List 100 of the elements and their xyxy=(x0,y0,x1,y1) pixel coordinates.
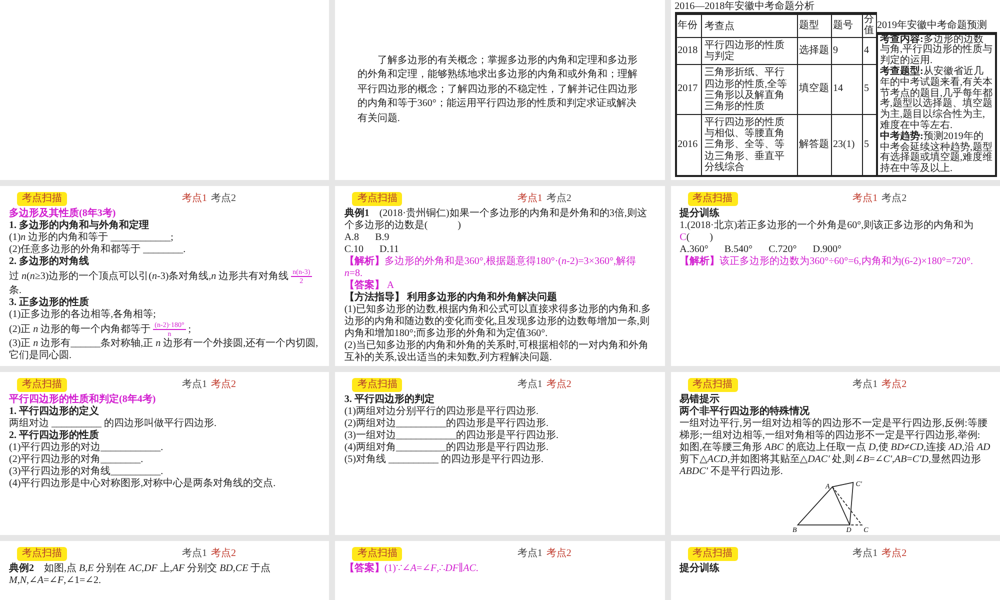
nav-link[interactable]: 考点2 xyxy=(211,193,236,205)
table-cell: 填空题 xyxy=(798,64,832,115)
slide-thumbnail[interactable] xyxy=(0,0,330,180)
body-text: (4)平行四边形是中心对称图形,对称中心是两条对角线的交点. xyxy=(9,478,277,490)
section-title: 多边形及其性质(8年3考) xyxy=(9,208,117,220)
body-text: (2)任意多边形的外角和都等于 ________. xyxy=(9,244,187,256)
section-heading: 两个非平行四边形的特殊情况 xyxy=(680,406,811,418)
table-cell: 解答题 xyxy=(798,114,832,176)
answer-option: A.360° xyxy=(680,244,708,256)
nav-link[interactable]: 考点1 xyxy=(852,548,878,560)
table-cell: 14 xyxy=(832,64,862,115)
body-text: 过 n(n≥3)边形的一个顶点可以引(n-3)条对角线,n 边形共有对角线 xyxy=(9,270,289,282)
table-cell: 选择题 xyxy=(798,37,832,65)
answer-option: C.720° xyxy=(768,244,797,256)
body-text: 典例1 (2018·贵州铜仁)如果一个多边形的内角和是外角和的3倍,则这个多边形的边数是( ) xyxy=(344,208,648,232)
nav-link[interactable]: 考点2 xyxy=(546,193,572,205)
prediction-text: 中考趋势:预测2019年的中考会延续这种趋势,题型有选择题或填空题,难度维持在中等及以上. xyxy=(880,132,993,175)
answer-option: B.540° xyxy=(724,244,753,256)
section-heading: 3. 平行四边形的判定 xyxy=(344,394,436,406)
nav-link[interactable]: 考点1 xyxy=(182,379,207,391)
body-text: ( ) xyxy=(686,232,713,243)
nav-link[interactable]: 考点2 xyxy=(546,379,572,391)
body-text: 条. xyxy=(9,285,22,296)
nav-link[interactable]: 考点2 xyxy=(546,548,572,560)
table-cell: 9 xyxy=(832,37,862,65)
slide-thumbnail[interactable]: 了解多边形的有关概念；掌握多边形的内角和定理和多边形的外角和定理，能够熟练地求出多边形的内角和或外角和；理解平行四边形的概念；了解四边形的不稳定性，了解并记住四边形的内角和等于360°；能运用平行四边形的性质和判定求证或解决有关问题. xyxy=(335,0,665,180)
section-heading: 3. 正多边形的性质 xyxy=(9,297,90,308)
nav-link[interactable]: 考点2 xyxy=(211,379,236,391)
slide-thumbnail[interactable]: 考点扫描 考点1 考点2 提分训练 xyxy=(670,541,1000,600)
triangle-drawing xyxy=(797,482,864,526)
slide-thumbnail[interactable] xyxy=(335,186,665,366)
answer-option: C.10 xyxy=(344,244,364,256)
column-header: 年份 xyxy=(676,14,702,38)
section-badge: 考点扫描 xyxy=(352,192,402,206)
body-text: 典例2 如图,点 B,E 分别在 AC,DF 上,AF 分别交 BD,CE 于点 M,N,∠A=∠F,∠1=∠2. xyxy=(9,563,272,587)
nav-link[interactable]: 考点1 xyxy=(182,548,207,560)
table-cell: 4 xyxy=(862,37,876,65)
nav-link[interactable]: 考点1 xyxy=(182,193,207,205)
slide-thumbnail[interactable]: 考点扫描 考点1 考点2 典例2 如图,点 B,E 分别在 AC,DF 上,AF 分别交 BD,CE 于点 M,N,∠A=∠F,∠1=∠2. xyxy=(0,541,330,600)
section-badge: 考点扫描 xyxy=(352,378,402,392)
section-badge: 考点扫描 xyxy=(688,378,738,392)
body-text: (1)n 边形的内角和等于 ____________; xyxy=(9,232,174,244)
body-text: (1)两组对边分别平行的四边形是平行四边形. xyxy=(344,406,540,418)
body-text: (2)两组对边__________的四边形是平行四边形. xyxy=(344,418,550,430)
nav-link[interactable]: 考点2 xyxy=(211,548,236,560)
nav-link[interactable]: 考点1 xyxy=(517,548,542,560)
section-heading: 1. 平行四边形的定义 xyxy=(9,406,100,418)
slide-thumbnail[interactable]: 考点扫描 考点1 考点2 3. 平行四边形的判定 (1)两组对边分别平行的四边形是平行四边形. (2)两组对边__________的四边形是平行四边形. (3)一组对边____________的四边形是平行四边形. (4)两组对角__________的四边形是平行四边形. (5)对角线 __________ 的四边形是平行四边形. xyxy=(335,372,665,535)
section-title: 平行四边形的性质和判定(8年4考) xyxy=(9,394,157,405)
body-text: (2)当已知多边形的内角和外角的关系时,可根据相邻的一对内角和外角互补的关系,设出适当的未知数,列方程解决问题. xyxy=(344,340,650,364)
section-badge: 考点扫描 xyxy=(17,192,67,206)
answer-option: A.8 xyxy=(344,232,360,244)
nav-link[interactable]: 考点1 xyxy=(517,193,542,205)
section-badge: 考点扫描 xyxy=(688,547,738,561)
answer-option: D.11 xyxy=(380,244,399,256)
body-text: ; xyxy=(188,324,192,335)
nav-link[interactable]: 考点1 xyxy=(517,379,542,391)
column-header: 题号 xyxy=(832,14,862,38)
slide-thumbnail[interactable] xyxy=(670,372,1000,535)
body-text: (5)对角线 __________ 的四边形是平行四边形. xyxy=(344,454,544,466)
body-text: (1)平行四边形的对边____________. xyxy=(9,442,164,454)
nav-link[interactable]: 考点2 xyxy=(882,193,907,205)
table-cell: 23(1) xyxy=(832,114,862,176)
body-text: (1)已知多边形的边数,根据内角和公式可以直接求得多边形的内角和.多边形的内角和随边数的变化而变化,且发现多边形的边数每增加一条,则内角和增加180°;而多边形的外角和为定值360°. xyxy=(344,304,652,340)
table-caption: 2016—2018年安徽中考命题分析 xyxy=(674,2,877,14)
body-text: (2)正 n 边形的每一个内角都等于 xyxy=(9,324,151,335)
table-cell: 5 xyxy=(862,64,876,115)
answer-option: D.900° xyxy=(812,244,842,256)
nav-link[interactable]: 考点2 xyxy=(882,548,907,560)
body-text: (2)平行四边形的对角________. xyxy=(9,454,144,466)
section-heading: 【方法指导】 利用多边形的内角和外角解决问题 xyxy=(344,292,558,304)
slide-thumbnail[interactable]: 考点扫描 考点1 考点2 提分训练 1.(2018·北京)若正多边形的一个外角是60°,则该正多边形的内角和为 C( ) A.360° B.540° C.720° D.900° 【解析】该正多边形的边数为360°÷60°=6,内角和为(6-2)×180°=720°. xyxy=(670,186,1000,366)
body-text: 如图,在等腰三角形 ABC 的底边上任取一点 D,使 BD≠CD,连接 AD,沿 AD 剪下△ACD,并如图将其贴至△DAC' 处,则∠B=∠C',AB=C'D,显然四边形 ABDC' 不是平行四边形. xyxy=(680,442,991,478)
answer-text: 【解析】多边形的外角和是360°,根据题意得180°·(n-2)=3×360°,解得 n=8. xyxy=(344,256,637,279)
slide-thumbnail[interactable]: 考点扫描 考点1 考点2 【答案】(1)∵∠A=∠F,∴DF∥AC. xyxy=(335,541,665,600)
body-text: 两组对边 __________ 的四边形叫做平行四边形. xyxy=(9,418,218,430)
nav-link[interactable]: 考点1 xyxy=(852,193,878,205)
table-cell: 2017 xyxy=(676,64,702,115)
table-cell: 2018 xyxy=(676,37,702,65)
section-heading: 提分训练 xyxy=(680,208,721,220)
slide-thumbnail[interactable]: 考点扫描 考点1 考点2 平行四边形的性质和判定(8年4考) 1. 平行四边形的定义 两组对边 __________ 的四边形叫做平行四边形. 2. 平行四边形的性质 (1)平行四边形的对边____________. (2)平行四边形的对角________. (3)平行四边形的对角线__________. (4)平行四边形是中心对称图形,对称中心是两条对角线的交点. xyxy=(0,372,330,535)
nav-link[interactable]: 考点2 xyxy=(882,379,907,391)
section-heading: 1. 多边形的内角和与外角和定理 xyxy=(9,220,150,232)
body-text: (3)平行四边形的对角线__________. xyxy=(9,466,164,478)
section-heading: 易错提示 xyxy=(680,394,721,406)
answer-text: 【答案】(1)∵∠A=∠F,∴DF∥AC. xyxy=(344,563,480,575)
section-badge: 考点扫描 xyxy=(688,192,738,206)
section-badge: 考点扫描 xyxy=(352,547,402,561)
section-heading: 2. 平行四边形的性质 xyxy=(9,430,100,442)
section-heading: 2. 多边形的对角线 xyxy=(9,256,90,268)
prediction-text: 考查题型:从安徽省近几年的中考试题来看,有关本节考点的题目,几乎每年都考,题型以选择题、填空题为主,题目以综合性为主,难度在中等左右. xyxy=(880,67,993,132)
table-cell: 2016 xyxy=(676,114,702,176)
answer-text: 【解析】该正多边形的边数为360°÷60°=6,内角和为(6-2)×180°=720°. xyxy=(680,256,974,268)
nav-link[interactable]: 考点1 xyxy=(852,379,878,391)
slide-thumbnail[interactable] xyxy=(670,0,1000,180)
objective-text: 了解多边形的有关概念；掌握多边形的内角和定理和多边形的外角和定理，能够熟练地求出多边形的内角和或外角和；理解平行四边形的概念；了解四边形的不稳定性，了解并记住四边形的内角和等于360°；能运用平行四边形的性质和判定求证或解决有关问题. xyxy=(357,54,638,126)
column-header: 考查点 xyxy=(701,14,798,38)
section-badge: 考点扫描 xyxy=(17,547,67,561)
body-text: 1.(2018·北京)若正多边形的一个外角是60°,则该正多边形的内角和为 xyxy=(680,220,974,231)
slide-thumbnail[interactable] xyxy=(0,186,330,366)
